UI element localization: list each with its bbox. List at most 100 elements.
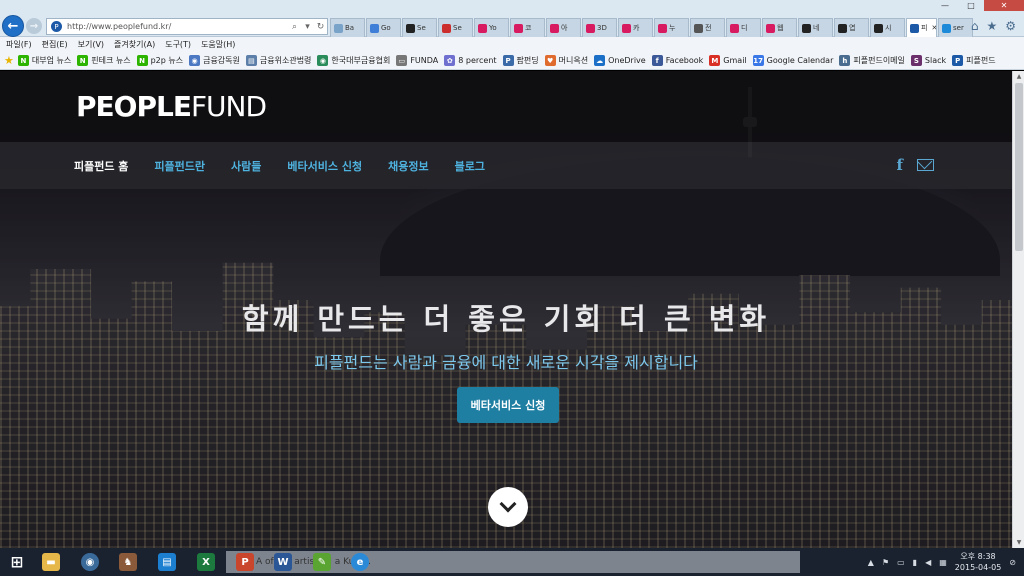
taskbar-powerpoint[interactable]: P [230, 551, 260, 573]
favorite-link[interactable]: ♥ 머니옥션 [544, 55, 588, 66]
tab-label: Se [453, 24, 462, 32]
start-button[interactable]: ⊞ [2, 551, 32, 573]
address-bar[interactable]: P http://www.peoplefund.kr/ ⌕ ▾ ↻ [46, 18, 328, 35]
browser-tab[interactable]: 아 [546, 18, 581, 37]
tab-strip: Ba Go Se Se Yo 코 아 3D 카 누 전 디 웹 네 엽 시 피 ✕ ser [330, 18, 974, 37]
close-tab-icon[interactable]: ✕ [931, 24, 936, 32]
favorite-link[interactable]: ✿ 8 percent [444, 55, 497, 66]
dropdown-icon[interactable]: ▾ [301, 22, 314, 32]
menu-item[interactable]: 즐겨찾기(A) [114, 39, 155, 50]
favorite-label: Google Calendar [766, 56, 834, 65]
favorite-link[interactable]: N 핀테크 뉴스 [77, 55, 131, 66]
nav-link[interactable]: 베타서비스 신청 [287, 158, 362, 174]
volume-icon[interactable]: ◀ [925, 558, 931, 567]
taskbar-file-explorer[interactable]: ▬ [36, 551, 66, 573]
browser-tab[interactable]: Go [366, 18, 401, 37]
favorite-link[interactable]: 17 Google Calendar [752, 55, 834, 66]
close-button[interactable]: ✕ [984, 0, 1024, 11]
tab-favicon-icon [910, 23, 919, 33]
taskbar: ⊞ ▬ ◉ ♞ ▤ X A of the artist, Vi a Kuras.… [0, 548, 1024, 576]
favorite-link[interactable]: ☁ OneDrive [594, 55, 646, 66]
tab-favicon-icon [334, 23, 343, 33]
favorite-link[interactable]: Np2p 뉴스 [136, 55, 183, 66]
browser-tab[interactable]: 카 [618, 18, 653, 37]
clock[interactable]: 오후 8:38 2015-04-05 [955, 551, 1002, 573]
nav-link[interactable]: 피플펀드란 [154, 158, 205, 174]
refresh-icon[interactable]: ↻ [314, 22, 327, 32]
back-button[interactable]: ← [2, 15, 24, 37]
network-icon[interactable]: ▮ [913, 558, 917, 567]
favorite-link[interactable]: M Gmail [709, 55, 747, 66]
screen: ← → P http://www.peoplefund.kr/ ⌕ ▾ ↻ Ba… [0, 0, 1024, 576]
windows-logo-icon: ⊞ [10, 553, 24, 571]
site-logo[interactable]: PEOPLEFUND [76, 90, 267, 123]
browser-tab[interactable]: ser [938, 18, 973, 37]
favorite-link[interactable]: h 피플펀드이메일 [839, 55, 905, 66]
browser-tab[interactable]: Yo [474, 18, 509, 37]
minimize-button[interactable]: — [932, 0, 958, 11]
taskbar-word[interactable]: W [268, 551, 298, 573]
taskbar-excel[interactable]: X [191, 551, 221, 573]
settings-gear-icon[interactable]: ⚙ [1005, 19, 1016, 33]
tab-label: 카 [633, 24, 640, 32]
favorite-link[interactable]: P 피플펀드 [952, 55, 996, 66]
scroll-down-button[interactable] [488, 487, 528, 527]
browser-tab[interactable]: 시 [870, 18, 905, 37]
menu-item[interactable]: 보기(V) [78, 39, 104, 50]
flag-icon[interactable]: ⚑ [882, 558, 889, 567]
browser-tab[interactable]: 전 [690, 18, 725, 37]
browser-tab[interactable]: 누 [654, 18, 689, 37]
taskbar-app-2[interactable]: ◉ [75, 551, 105, 573]
search-icon[interactable]: ⌕ [288, 22, 301, 32]
facebook-icon[interactable]: f [897, 156, 903, 174]
vertical-scrollbar[interactable]: ▲ ▼ [1012, 71, 1024, 548]
browser-tab[interactable]: 피 ✕ [906, 18, 937, 37]
taskbar-app-4[interactable]: ▤ [152, 551, 182, 573]
beta-signup-button[interactable]: 베타서비스 신청 [457, 387, 559, 423]
browser-tab[interactable]: 엽 [834, 18, 869, 37]
scroll-down-arrow-icon[interactable]: ▼ [1013, 537, 1024, 548]
favorite-link[interactable]: N 대부업 뉴스 [17, 55, 71, 66]
browser-tab[interactable]: 네 [798, 18, 833, 37]
favorite-label: 금융위소관법령 [259, 56, 312, 65]
nav-link[interactable]: 사람들 [231, 158, 261, 174]
nav-link[interactable]: 채용정보 [388, 158, 428, 174]
taskbar-internet-explorer[interactable]: e [345, 551, 375, 573]
maximize-button[interactable]: □ [958, 0, 984, 11]
email-icon[interactable] [917, 159, 934, 171]
nav-link[interactable]: 블로그 [455, 158, 485, 174]
browser-tab[interactable]: 코 [510, 18, 545, 37]
scroll-up-arrow-icon[interactable]: ▲ [1013, 71, 1024, 82]
menu-item[interactable]: 도움말(H) [201, 39, 235, 50]
favorite-link[interactable]: ◉ 금융감독원 [189, 55, 240, 66]
menu-item[interactable]: 편집(E) [42, 39, 68, 50]
window-controls: — □ ✕ [932, 0, 1024, 11]
keyboard-icon[interactable]: ▦ [939, 558, 947, 567]
favorite-link[interactable]: ◉ 한국대부금융협회 [317, 55, 390, 66]
browser-tab[interactable]: Se [438, 18, 473, 37]
home-icon[interactable]: ⌂ [971, 19, 979, 33]
menu-item[interactable]: 파일(F) [6, 39, 32, 50]
browser-tab[interactable]: 3D [582, 18, 617, 37]
address-url[interactable]: http://www.peoplefund.kr/ [67, 22, 288, 31]
favorite-link[interactable]: ▤ 금융위소관법령 [245, 55, 312, 66]
tray-up-arrow-icon[interactable]: ▲ [868, 558, 874, 567]
taskbar-evernote[interactable]: ✎ [307, 551, 337, 573]
favorite-link[interactable]: f Facebook [651, 55, 703, 66]
nav-link[interactable]: 피플펀드 홈 [74, 158, 128, 174]
forward-button[interactable]: → [26, 18, 42, 34]
scroll-thumb[interactable] [1015, 83, 1023, 251]
favorite-link[interactable]: S Slack [910, 55, 946, 66]
notifications-icon[interactable]: ⊘ [1009, 558, 1016, 567]
browser-tab[interactable]: 웹 [762, 18, 797, 37]
browser-tab[interactable]: Se [402, 18, 437, 37]
taskbar-app-3[interactable]: ♞ [113, 551, 143, 573]
browser-tab[interactable]: 디 [726, 18, 761, 37]
menu-item[interactable]: 도구(T) [165, 39, 191, 50]
favorite-link[interactable]: ▭ FUNDA [396, 55, 438, 66]
browser-tab[interactable]: Ba [330, 18, 365, 37]
display-icon[interactable]: ▭ [897, 558, 905, 567]
favorites-star-icon[interactable]: ★ [986, 19, 997, 33]
favorites-star-icon[interactable]: ★ [4, 54, 14, 67]
favorite-link[interactable]: P 팝펀딩 [502, 55, 539, 66]
